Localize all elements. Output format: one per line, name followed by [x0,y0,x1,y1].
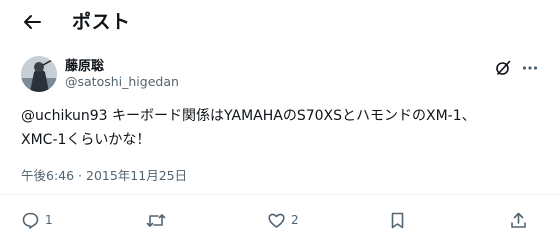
reply-count: 1 [45,213,53,227]
like-button[interactable]: 2 [267,208,299,232]
post-timestamp[interactable]: 午後6:46 · 2015年11月25日 [21,165,187,184]
avatar-image [21,56,57,92]
author-handle[interactable]: @satoshi_higedan [65,74,179,89]
reply-button[interactable]: 1 [21,208,53,232]
back-button[interactable] [16,8,48,36]
bookmark-icon [391,212,404,228]
more-icon [522,66,538,70]
post-text: @uchikun93 キーボード関係はYAMAHAのS70XSとハモンドのXM-… [21,104,545,152]
divider [0,194,560,195]
share-icon [511,212,526,228]
like-count: 2 [291,213,299,227]
top-bar: ポスト [0,0,560,44]
grok-icon [496,60,511,75]
grok-button[interactable] [492,57,514,79]
back-arrow-icon [24,15,41,29]
page-title: ポスト [72,11,131,33]
retweet-button[interactable] [146,208,166,232]
reply-icon [22,212,39,229]
mention-link[interactable]: @uchikun93 [21,108,108,124]
more-button[interactable] [519,57,541,79]
share-button[interactable] [509,208,528,232]
author-name[interactable]: 藤原聡 [65,55,104,74]
bookmark-button[interactable] [388,208,407,232]
avatar[interactable] [21,56,57,92]
heart-icon [268,213,285,228]
retweet-icon [146,213,166,227]
